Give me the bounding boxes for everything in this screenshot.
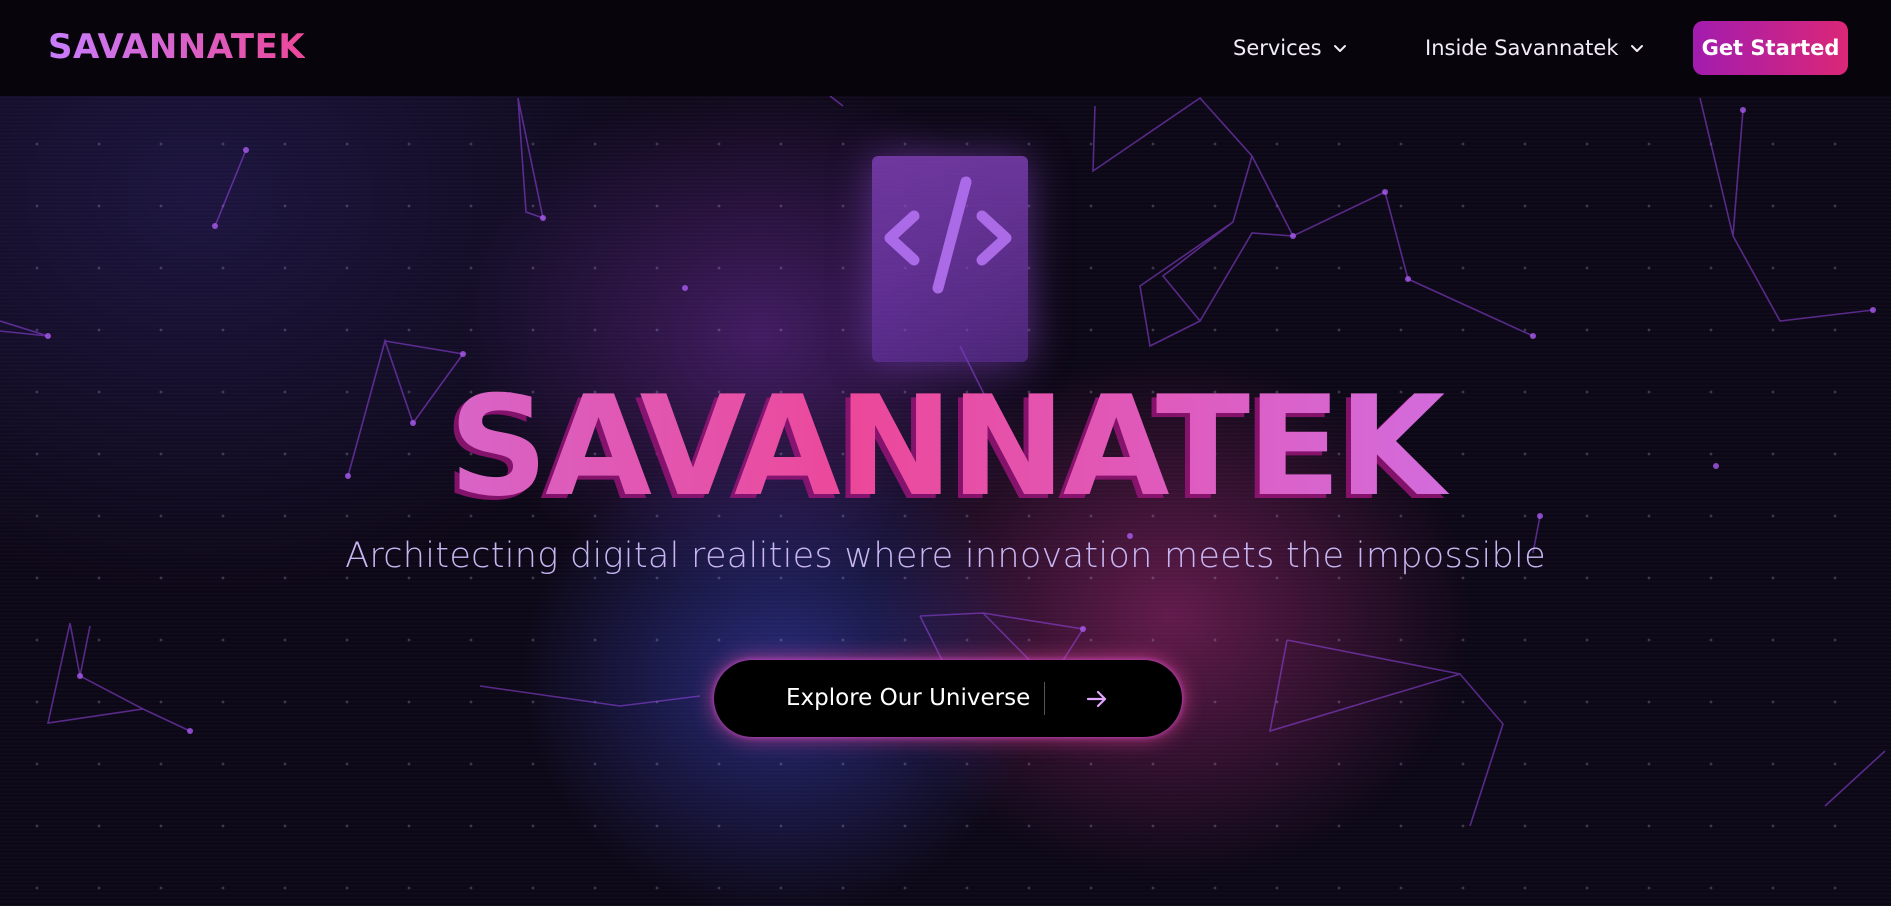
hero-title: SAVANNATEK <box>0 366 1891 527</box>
explore-button-label: Explore Our Universe <box>786 685 1031 711</box>
chevron-down-icon <box>1630 45 1643 52</box>
get-started-button[interactable]: Get Started <box>1693 21 1848 75</box>
hero-section: SAVANNATEK Architecting digital realitie… <box>0 96 1891 906</box>
top-nav: SAVANNATEK Services Inside Savannatek Ge… <box>0 0 1891 96</box>
nav-item-label: Inside Savannatek <box>1425 36 1619 60</box>
chevron-down-icon <box>1333 45 1346 52</box>
explore-universe-button[interactable]: Explore Our Universe <box>714 660 1182 737</box>
nav-item-label: Services <box>1233 36 1322 60</box>
nav-item-services[interactable]: Services <box>1233 36 1348 60</box>
arrow-right-icon <box>1086 690 1107 708</box>
nav-item-inside-savannatek[interactable]: Inside Savannatek <box>1425 36 1645 60</box>
hero-subtitle: Architecting digital realities where inn… <box>345 536 1546 576</box>
code-icon <box>884 176 1012 294</box>
logo[interactable]: SAVANNATEK <box>48 27 305 67</box>
button-divider <box>1044 682 1045 715</box>
